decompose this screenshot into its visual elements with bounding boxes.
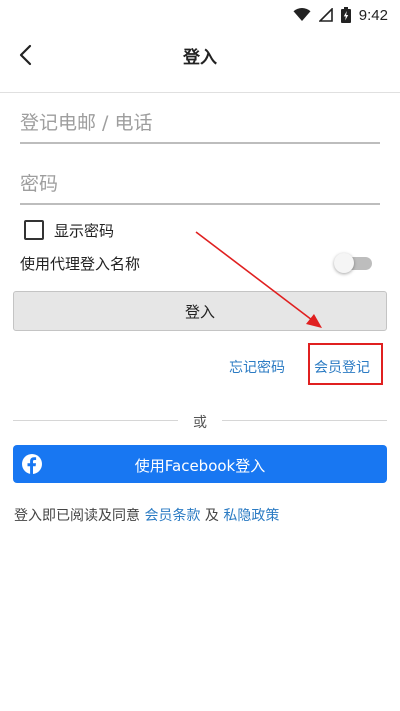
facebook-login-button[interactable]: 使用Facebook登入 <box>13 445 387 483</box>
facebook-login-label: 使用Facebook登入 <box>134 457 266 475</box>
status-icons: 9:42 <box>293 5 388 25</box>
email-phone-input[interactable] <box>20 104 380 144</box>
wifi-icon <box>293 8 311 21</box>
signal-icon <box>318 8 333 22</box>
page-title: 登入 <box>183 48 217 68</box>
terms-and: 及 <box>204 508 219 524</box>
app-header: 登入 <box>0 30 400 80</box>
proxy-login-toggle[interactable] <box>334 253 374 273</box>
header-divider <box>0 92 400 93</box>
battery-charging-icon <box>340 7 351 23</box>
register-highlight-box <box>308 343 383 385</box>
checkbox-box[interactable] <box>24 220 44 240</box>
member-terms-link[interactable]: 会员条款 <box>144 508 200 524</box>
show-password-checkbox[interactable]: 显示密码 <box>24 219 114 241</box>
or-divider-text: 或 <box>193 415 207 431</box>
terms-prefix: 登入即已阅读及同意 <box>14 508 140 524</box>
show-password-label: 显示密码 <box>54 221 115 240</box>
forgot-password-link[interactable]: 忘记密码 <box>229 357 285 377</box>
status-time: 9:42 <box>358 6 388 24</box>
divider-line-right <box>222 420 387 421</box>
divider-line-left <box>13 420 178 421</box>
login-button[interactable]: 登入 <box>13 291 387 331</box>
proxy-login-label: 使用代理登入名称 <box>20 255 141 273</box>
password-input[interactable] <box>20 165 380 205</box>
toggle-knob <box>334 253 354 273</box>
status-bar: 9:42 <box>0 0 400 30</box>
terms-row: 登入即已阅读及同意 会员条款 及 私隐政策 <box>14 505 279 525</box>
privacy-policy-link[interactable]: 私隐政策 <box>223 508 279 524</box>
